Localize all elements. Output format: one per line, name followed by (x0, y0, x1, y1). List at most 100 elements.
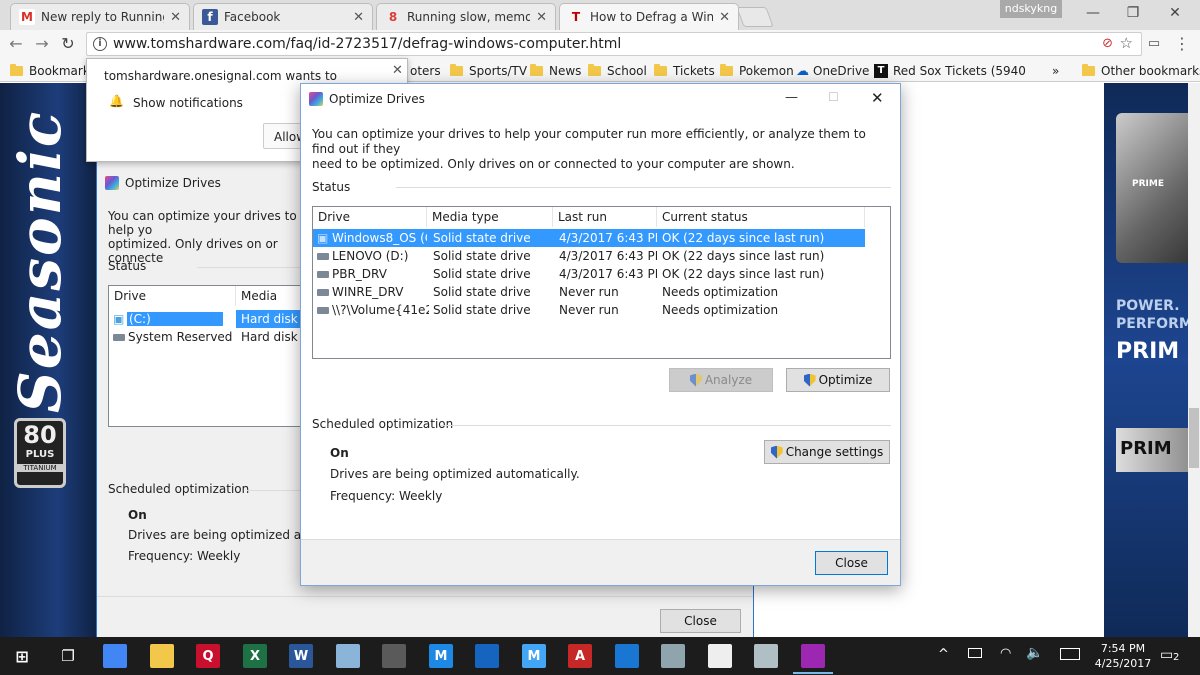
folder-icon (1082, 64, 1095, 76)
notes-icon[interactable] (336, 644, 360, 668)
menu-icon[interactable]: ⋮ (1172, 34, 1192, 54)
chrome-icon[interactable] (103, 644, 127, 668)
table-row[interactable]: WINRE_DRV Solid state drive Never run Ne… (313, 283, 865, 301)
keyboard-icon[interactable] (1060, 648, 1080, 660)
excel-icon[interactable]: X (243, 644, 267, 668)
address-bar[interactable]: i www.tomshardware.com/faq/id-2723517/de… (86, 32, 1142, 56)
tab-title: Running slow, memory a (407, 10, 530, 24)
back-icon[interactable]: ← (6, 34, 26, 54)
shield-icon (689, 373, 702, 387)
column-header-drive[interactable]: Drive (313, 207, 427, 227)
bookmark-folder[interactable]: School (588, 62, 647, 80)
close-icon[interactable]: ✕ (170, 10, 181, 25)
analyze-button: Analyze (669, 368, 773, 392)
clapper-icon[interactable] (708, 644, 732, 668)
drive-icon (317, 253, 329, 260)
drive-list[interactable]: Drive Media type Last run Current status… (312, 206, 891, 359)
start-icon[interactable]: ⊞ (10, 644, 34, 668)
close-icon[interactable]: ✕ (871, 89, 884, 107)
left-ad-banner[interactable]: Seasonic 80 PLUS TITANIUM (0, 83, 96, 637)
column-header-media[interactable]: Media type (427, 207, 553, 227)
page-scrollbar[interactable] (1188, 83, 1200, 637)
other-bookmarks[interactable]: Other bookmarks (1082, 62, 1200, 80)
scrollbar-thumb[interactable] (1189, 408, 1199, 468)
clock[interactable]: 7:54 PM 4/25/2017 (1093, 641, 1153, 671)
tab-forum[interactable]: 8 Running slow, memory a ✕ (376, 3, 556, 30)
bookmark-folder[interactable]: Sports/TV (450, 62, 527, 80)
app-m-icon[interactable]: M (522, 644, 546, 668)
bookmark-folder[interactable]: oters (410, 62, 441, 80)
wifi-icon[interactable]: ◠ (1000, 646, 1011, 661)
table-row[interactable]: PBR_DRV Solid state drive 4/3/2017 6:43 … (313, 265, 865, 283)
list-item: ▣(C:) Hard disk dr (109, 310, 303, 328)
schedule-description: Drives are being optimized automatically… (330, 467, 580, 481)
reload-icon[interactable]: ↻ (58, 34, 78, 54)
folder-icon (588, 64, 601, 76)
tab-gmail[interactable]: M New reply to Running slo ✕ (10, 3, 190, 30)
bookmark-folder[interactable]: Tickets (654, 62, 715, 80)
file-explorer-icon[interactable] (150, 644, 174, 668)
defender-icon[interactable] (475, 644, 499, 668)
blocked-icon[interactable]: ⊘ (1102, 36, 1113, 51)
taskbar: ⊞ ❐ ^ ◠ 🔈 7:54 PM 4/25/2017 ▭ 2 QXWMMA (0, 637, 1200, 675)
bookmark-redsox[interactable]: T Red Sox Tickets (5940 (874, 62, 1026, 80)
close-icon[interactable]: ✕ (353, 10, 364, 25)
bookmark-onedrive[interactable]: ☁ OneDrive (796, 62, 869, 80)
folder-icon (720, 64, 733, 76)
minimize-icon[interactable]: — (1082, 4, 1104, 22)
column-header-last-run[interactable]: Last run (553, 207, 657, 227)
drives-icon[interactable] (754, 644, 778, 668)
close-icon[interactable]: ✕ (719, 10, 730, 25)
right-ad-banner[interactable]: PRIME POWER. PERFORM PRIM PRIM (1104, 83, 1188, 637)
profile-button[interactable]: ndskykng (1000, 0, 1062, 18)
maximize-icon[interactable]: ❐ (1122, 4, 1144, 22)
chevron-up-icon[interactable]: ^ (938, 647, 949, 662)
table-row[interactable]: \\?\Volume{41e2... Solid state drive Nev… (313, 301, 865, 319)
close-window-icon[interactable]: ✕ (1164, 4, 1186, 22)
80-plus-badge: 80 PLUS TITANIUM (14, 418, 66, 488)
forum-icon: 8 (388, 10, 398, 24)
tab-defrag[interactable]: T How to Defrag a Windov ✕ (559, 3, 739, 30)
security-icon[interactable] (615, 644, 639, 668)
schedule-frequency: Frequency: Weekly (330, 489, 443, 503)
ad-brand: Seasonic (6, 109, 74, 413)
task-view-icon[interactable]: ❐ (56, 644, 80, 668)
cast-icon[interactable]: ▭ (1144, 34, 1164, 54)
malwarebytes-icon[interactable]: M (429, 644, 453, 668)
network-icon[interactable] (661, 644, 685, 668)
optimize-drives-icon[interactable] (801, 644, 825, 668)
battery-icon[interactable] (968, 648, 982, 658)
tab-facebook[interactable]: f Facebook ✕ (193, 3, 373, 30)
forward-icon[interactable]: → (32, 34, 52, 54)
notification-count: 2 (1173, 652, 1180, 663)
close-button[interactable]: Close (815, 551, 888, 575)
minimize-icon[interactable]: — (785, 90, 798, 105)
star-icon[interactable]: ☆ (1120, 34, 1133, 52)
new-tab-button[interactable] (736, 7, 774, 27)
close-icon[interactable]: ✕ (536, 10, 547, 25)
change-settings-button[interactable]: Change settings (764, 440, 890, 464)
calculator-icon[interactable] (382, 644, 406, 668)
bookmarks-overflow[interactable]: » (1052, 62, 1059, 80)
info-icon[interactable]: i (93, 37, 107, 51)
volume-icon[interactable]: 🔈 (1026, 645, 1043, 661)
bookmark-folder[interactable]: Pokemon (720, 62, 794, 80)
quicken-icon[interactable]: Q (196, 644, 220, 668)
tab-title: Facebook (224, 10, 281, 24)
acrobat-icon[interactable]: A (568, 644, 592, 668)
word-icon[interactable]: W (289, 644, 313, 668)
close-button: Close (660, 609, 741, 633)
table-row[interactable]: ▣Windows8_OS (C:) Solid state drive 4/3/… (313, 229, 865, 247)
action-center-icon[interactable]: ▭ (1160, 647, 1173, 663)
table-row[interactable]: LENOVO (D:) Solid state drive 4/3/2017 6… (313, 247, 865, 265)
bookmark-folder[interactable]: News (530, 62, 581, 80)
folder-icon (530, 64, 543, 76)
maximize-icon: ☐ (828, 90, 839, 104)
close-icon[interactable]: ✕ (392, 63, 403, 78)
schedule-state: On (330, 446, 349, 460)
optimize-button[interactable]: Optimize (786, 368, 890, 392)
column-header-status[interactable]: Current status (657, 207, 865, 227)
toms-icon: T (874, 64, 888, 78)
bookmark-folder[interactable]: Bookmarks (10, 62, 96, 80)
active-app-indicator (793, 672, 833, 674)
